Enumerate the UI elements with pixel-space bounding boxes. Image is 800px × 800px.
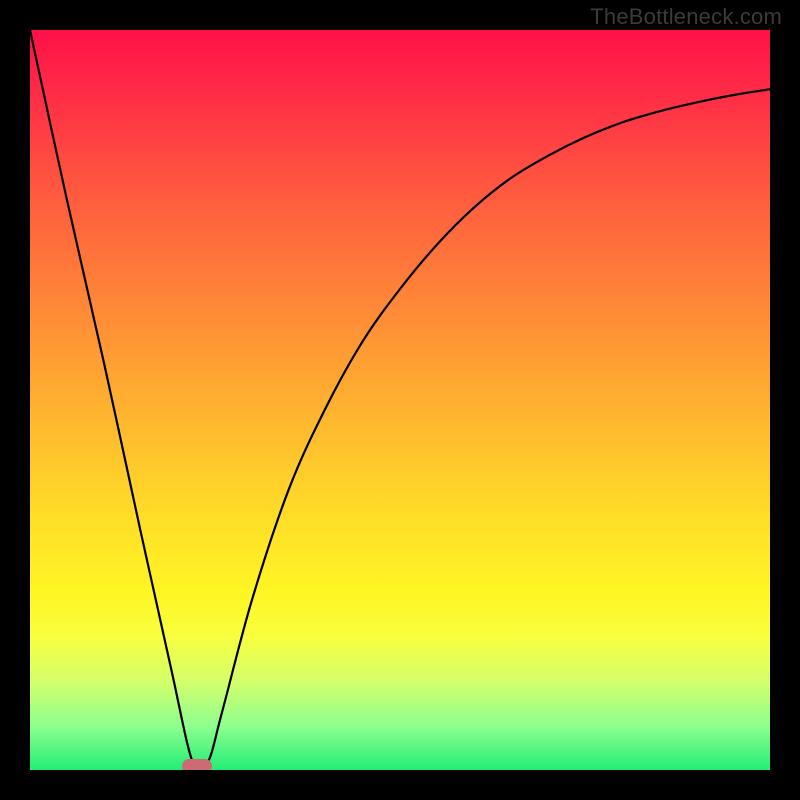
- chart-frame: TheBottleneck.com: [0, 0, 800, 800]
- plot-area: [30, 30, 770, 770]
- curve-svg: [30, 30, 770, 770]
- curve-path: [30, 30, 770, 770]
- min-marker: [182, 759, 212, 770]
- watermark-text: TheBottleneck.com: [590, 4, 782, 30]
